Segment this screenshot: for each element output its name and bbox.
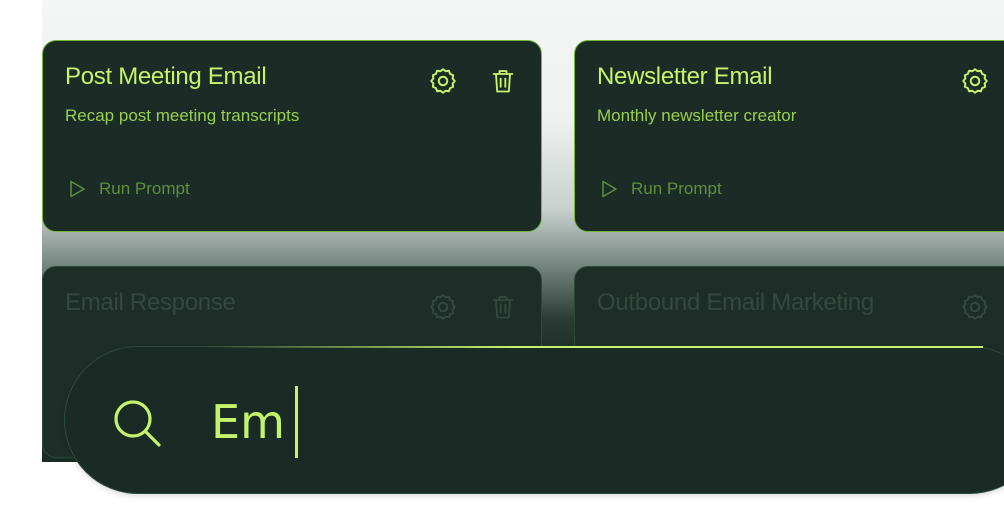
card-title: Post Meeting Email xyxy=(65,63,267,90)
trash-icon[interactable] xyxy=(487,65,519,97)
run-prompt-button[interactable]: Run Prompt xyxy=(67,179,190,199)
run-prompt-label: Run Prompt xyxy=(631,179,722,198)
run-prompt-button[interactable]: Run Prompt xyxy=(599,179,722,199)
search-bar[interactable]: Em xyxy=(64,346,1004,494)
play-icon xyxy=(602,180,617,198)
gear-icon[interactable] xyxy=(427,291,459,323)
card-title: Outbound Email Marketing xyxy=(597,289,874,316)
gear-icon[interactable] xyxy=(959,291,991,323)
card-title: Email Response xyxy=(65,289,236,316)
search-input[interactable]: Em xyxy=(211,386,298,458)
prompt-card-newsletter-email[interactable]: Newsletter Email Monthly newsletter crea… xyxy=(574,40,1004,232)
play-icon xyxy=(70,180,85,198)
text-caret xyxy=(294,386,298,458)
gear-icon[interactable] xyxy=(959,65,991,97)
card-title: Newsletter Email xyxy=(597,63,773,90)
run-prompt-label: Run Prompt xyxy=(99,179,190,198)
card-subtitle: Monthly newsletter creator xyxy=(597,106,797,125)
gear-icon[interactable] xyxy=(427,65,459,97)
search-icon xyxy=(109,395,165,451)
prompt-card-post-meeting-email[interactable]: Post Meeting Email Recap post meeting tr… xyxy=(42,40,542,232)
trash-icon[interactable] xyxy=(487,291,519,323)
card-subtitle: Recap post meeting transcripts xyxy=(65,106,300,125)
search-input-value: Em xyxy=(211,395,285,449)
